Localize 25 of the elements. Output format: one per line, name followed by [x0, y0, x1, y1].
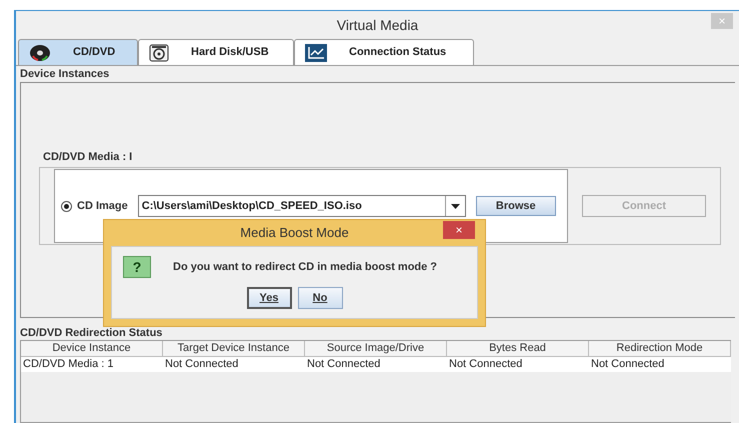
table-cell-text: Not Connected: [306, 357, 382, 372]
section-title: Device Instances: [20, 67, 110, 82]
question-icon: ?: [123, 256, 151, 278]
dialog-button[interactable]: No: [298, 287, 342, 309]
dialog-button[interactable]: Yes: [246, 287, 292, 309]
table-cell-text: Not Connected: [590, 357, 666, 372]
option-label: CD Image: [77, 198, 128, 214]
tab[interactable]: CD/DVD: [18, 39, 138, 65]
dialog-message: Do you want to redirect CD in media boost mode ?: [173, 260, 438, 275]
path-dropdown[interactable]: C:\Users\ami\Desktop\CD_SPEED_ISO.iso: [138, 195, 466, 217]
dialog-title: Media Boost Mode: [240, 224, 349, 242]
tab[interactable]: Connection Status: [294, 39, 474, 65]
disc-icon: [29, 44, 51, 62]
caret-icon: [450, 204, 460, 208]
group-title: CD/DVD Media : I: [43, 150, 134, 163]
radio-button[interactable]: [61, 200, 72, 212]
section-title: CD/DVD Redirection Status: [20, 326, 164, 340]
window-title: Virtual Media: [336, 16, 418, 34]
close-button[interactable]: ×: [443, 221, 475, 239]
tab[interactable]: Hard Disk/USB: [138, 39, 294, 65]
table-cell-text: Not Connected: [164, 357, 240, 372]
browse-button[interactable]: Browse: [476, 196, 556, 216]
chart-icon: [305, 44, 327, 62]
table-cell-text: CD/DVD Media : 1: [22, 357, 114, 372]
table-cell-text: Not Connected: [448, 357, 524, 372]
